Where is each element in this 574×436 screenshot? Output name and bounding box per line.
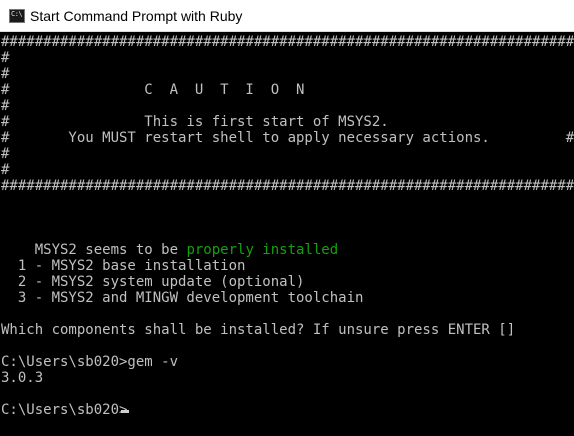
caution-side-line: # # bbox=[1, 66, 574, 82]
install-option-1: 1 - MSYS2 base installation bbox=[1, 258, 246, 274]
msys-status-value: properly installed bbox=[186, 242, 339, 258]
console-output[interactable]: ########################################… bbox=[0, 32, 574, 436]
install-question: Which components shall be installed? If … bbox=[1, 322, 516, 338]
caution-heading: # C A U T I O N # bbox=[1, 82, 574, 98]
cmd-icon: C:\ bbox=[9, 9, 25, 23]
caution-first-start: # This is first start of MSYS2. # bbox=[1, 114, 574, 130]
cmd-icon-text: C:\ bbox=[11, 10, 23, 18]
caution-side-line: # # bbox=[1, 146, 574, 162]
caution-side-line: # # bbox=[1, 162, 574, 178]
caution-side-line: # # bbox=[1, 98, 574, 114]
install-option-2: 2 - MSYS2 system update (optional) bbox=[1, 274, 305, 290]
title-bar: C:\ Start Command Prompt with Ruby bbox=[0, 0, 574, 32]
msys-status-prefix: MSYS2 seems to be bbox=[34, 242, 187, 258]
caution-must-restart: # You MUST restart shell to apply necess… bbox=[1, 130, 574, 146]
msys-status-line: MSYS2 seems to be properly installed bbox=[1, 226, 338, 258]
install-option-3: 3 - MSYS2 and MINGW development toolchai… bbox=[1, 290, 364, 306]
text-cursor bbox=[121, 410, 129, 413]
window-title: Start Command Prompt with Ruby bbox=[30, 8, 243, 24]
command-prompt[interactable]: C:\Users\sb020> bbox=[1, 402, 127, 418]
command-output-version: 3.0.3 bbox=[1, 370, 44, 386]
command-line-gem: C:\Users\sb020>gem -v bbox=[1, 354, 179, 370]
caution-border-bottom: ########################################… bbox=[1, 178, 574, 194]
caution-border-top: ########################################… bbox=[1, 34, 574, 50]
caution-side-line: # # bbox=[1, 50, 574, 66]
